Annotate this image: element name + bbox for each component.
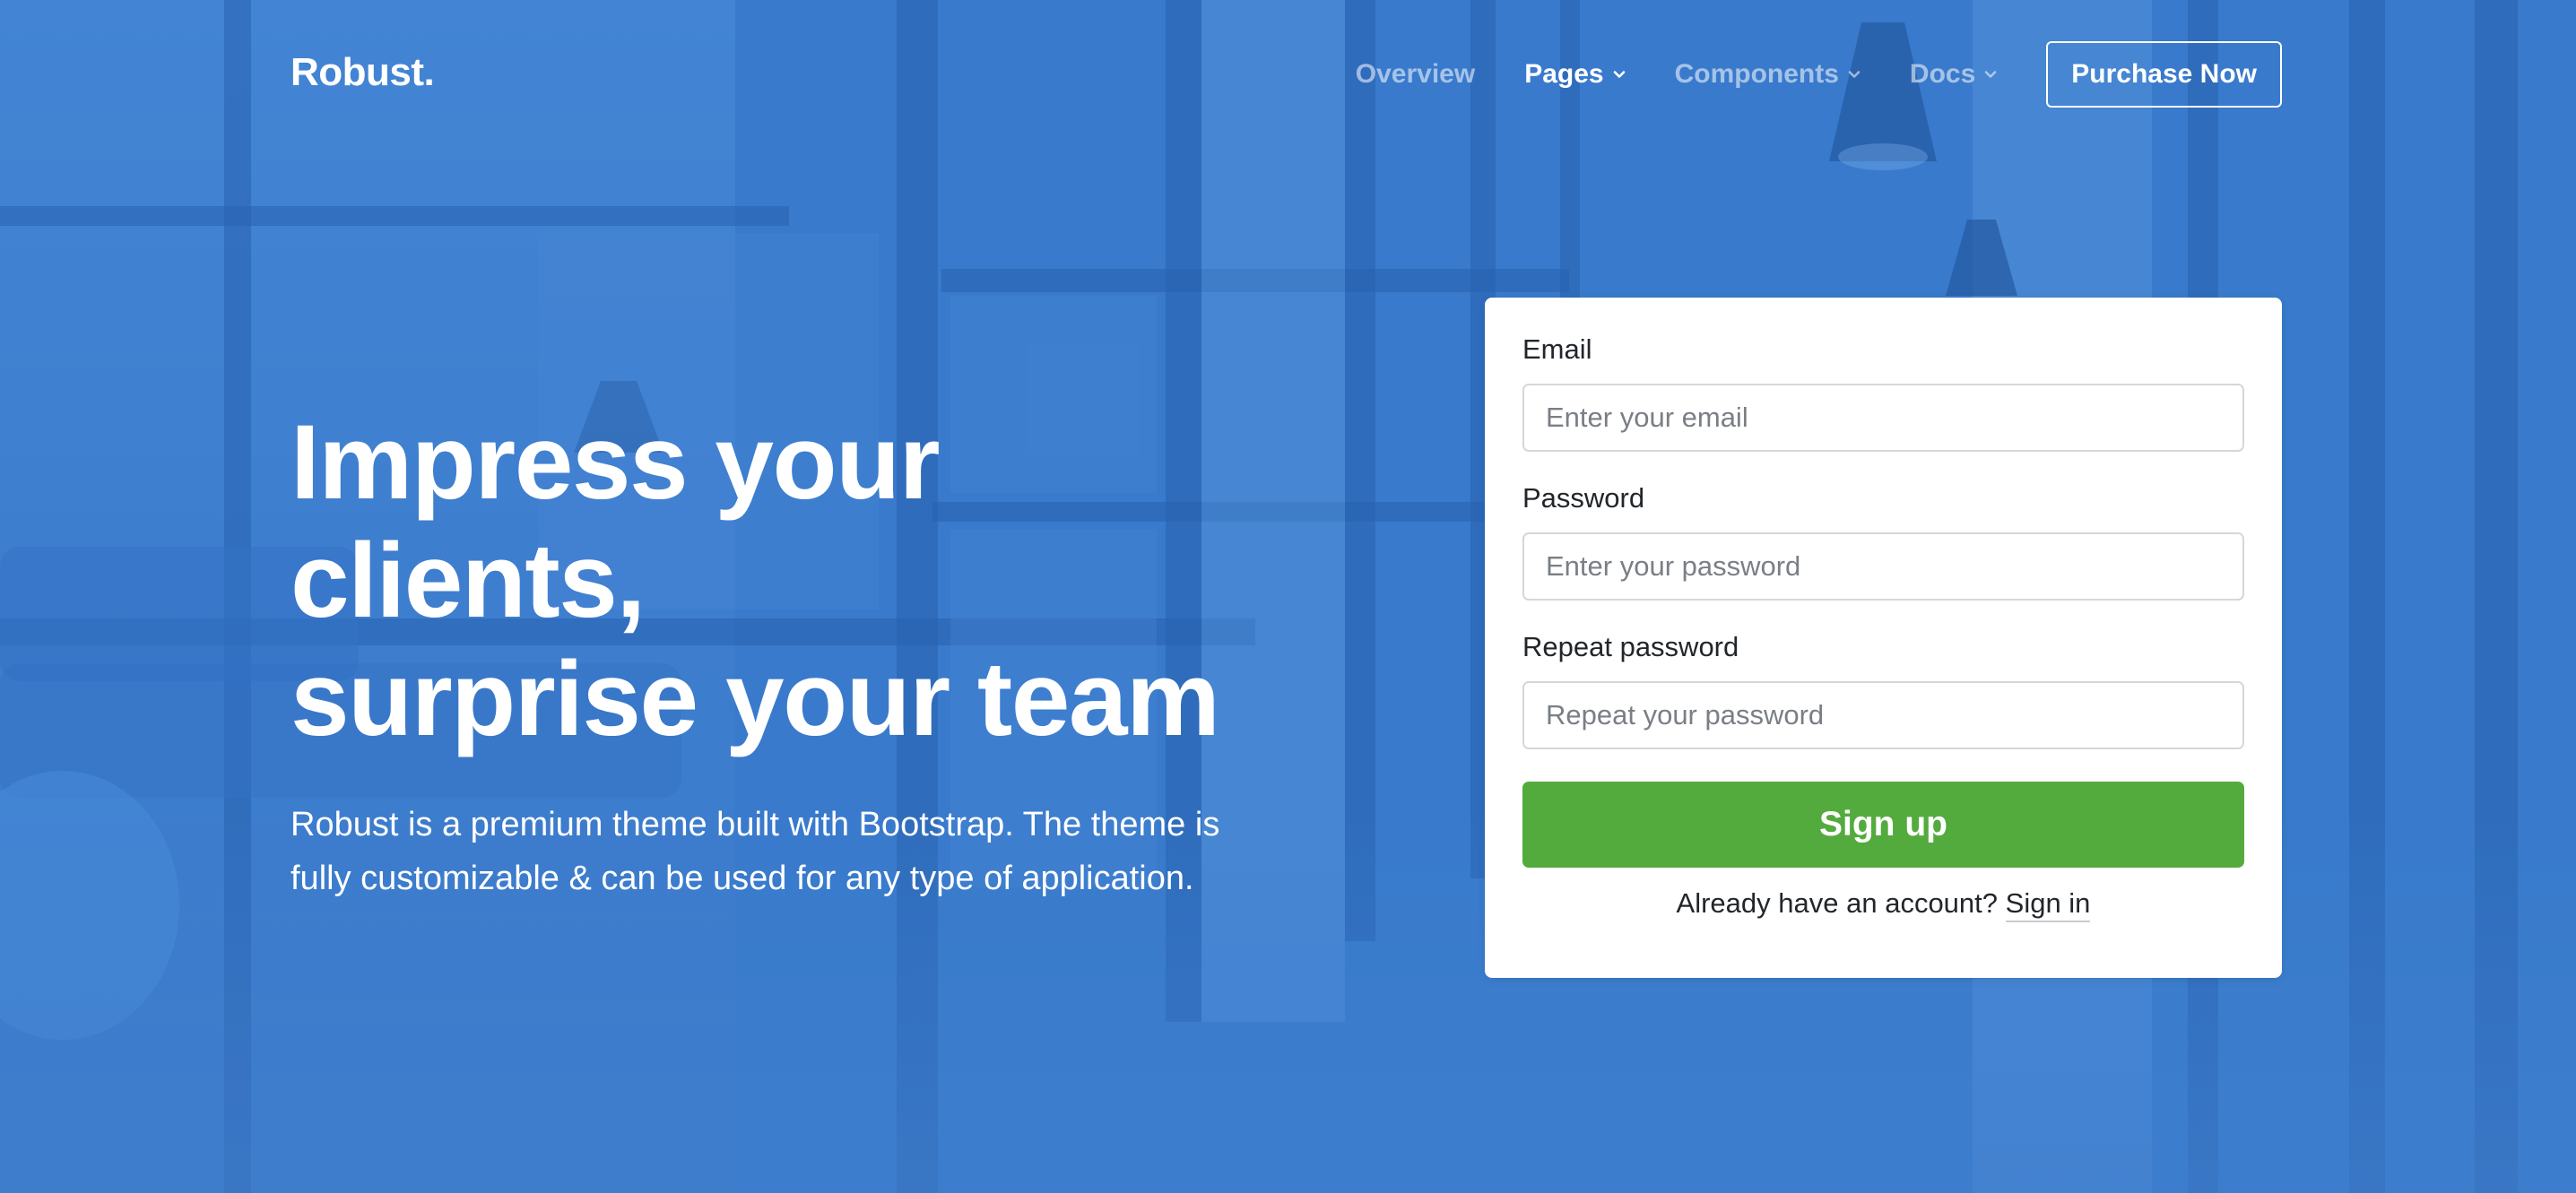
- brand-logo[interactable]: Robust.: [291, 50, 435, 95]
- hero-description: Robust is a premium theme built with Boo…: [291, 806, 1220, 897]
- nav-item-overview[interactable]: Overview: [1356, 59, 1475, 90]
- repeat-password-input[interactable]: [1522, 681, 2244, 749]
- hero-section: Impress your clients, surprise your team…: [291, 403, 1295, 905]
- main-nav: Overview Pages Components Docs Purchase …: [1356, 41, 2282, 108]
- chevron-down-icon: [1984, 68, 1997, 81]
- password-field-group: Password: [1522, 480, 2244, 601]
- repeat-password-label: Repeat password: [1522, 631, 1739, 662]
- email-label: Email: [1522, 333, 1592, 365]
- email-input[interactable]: [1522, 384, 2244, 452]
- purchase-now-button[interactable]: Purchase Now: [2046, 41, 2282, 108]
- email-field-group: Email: [1522, 332, 2244, 452]
- repeat-password-field-group: Repeat password: [1522, 629, 2244, 749]
- chevron-down-icon: [1848, 68, 1860, 81]
- hero-title-line-2: surprise your team: [291, 640, 1220, 758]
- hero-title: Impress your clients, surprise your team: [291, 403, 1295, 758]
- nav-item-label: Components: [1674, 59, 1839, 89]
- hero-title-line-1: Impress your clients,: [291, 403, 941, 640]
- signin-prompt-line: Already have an account? Sign in: [1522, 887, 2244, 922]
- sign-in-link[interactable]: Sign in: [2005, 887, 2091, 922]
- signup-form-card: Email Password Repeat password Sign up A…: [1485, 298, 2282, 978]
- nav-item-components[interactable]: Components: [1675, 59, 1860, 90]
- password-label: Password: [1522, 482, 1645, 514]
- password-input[interactable]: [1522, 532, 2244, 601]
- nav-item-label: Docs: [1909, 59, 1976, 89]
- nav-item-docs[interactable]: Docs: [1910, 59, 1997, 90]
- nav-item-label: Overview: [1355, 59, 1476, 89]
- sign-up-button[interactable]: Sign up: [1522, 782, 2244, 868]
- top-navbar: Robust. Overview Pages Components Docs P…: [0, 0, 2576, 151]
- signin-prompt-text: Already have an account?: [1676, 887, 1999, 919]
- nav-item-pages[interactable]: Pages: [1524, 59, 1625, 90]
- nav-item-label: Pages: [1524, 59, 1604, 89]
- chevron-down-icon: [1613, 68, 1626, 81]
